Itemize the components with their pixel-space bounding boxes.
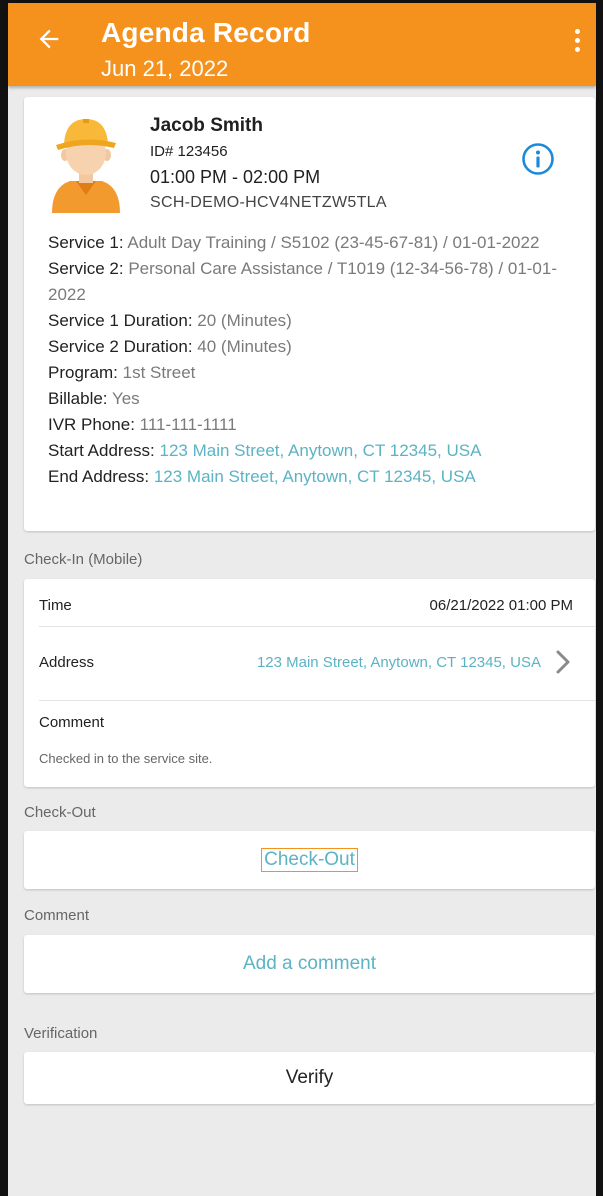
- add-comment-label: Add a comment: [242, 953, 377, 974]
- comment-section-label: Comment: [24, 907, 90, 924]
- checkin-comment-label: Comment: [39, 714, 105, 731]
- detail-label: IVR Phone:: [48, 415, 140, 434]
- menu-dot: [574, 38, 580, 43]
- checkout-button[interactable]: Check-Out: [24, 831, 595, 889]
- detail-value: 1st Street: [122, 363, 196, 382]
- checkin-time-label: Time: [39, 597, 72, 614]
- detail-value: 40 (Minutes): [197, 337, 292, 356]
- checkin-address-label: Address: [39, 654, 95, 671]
- device-frame-left: [0, 0, 8, 1196]
- detail-label: End Address:: [48, 467, 154, 486]
- detail-label: Service 1:: [48, 233, 128, 252]
- page-subtitle-date: Jun 21, 2022: [101, 56, 229, 81]
- client-id: ID# 123456: [150, 143, 228, 160]
- info-circle-icon[interactable]: [521, 142, 555, 176]
- detail-service-2: Service 2: Personal Care Assistance / T1…: [48, 256, 568, 308]
- detail-start-address: Start Address: 123 Main Street, Anytown,…: [48, 438, 568, 464]
- detail-value: Yes: [111, 389, 140, 408]
- verify-button-label: Verify: [285, 1067, 334, 1088]
- checkin-card: Time 06/21/2022 01:00 PM Address 123 Mai…: [24, 579, 595, 787]
- detail-value: 111-111-1111: [139, 415, 237, 434]
- checkin-address-row[interactable]: Address 123 Main Street, Anytown, CT 123…: [24, 636, 595, 696]
- divider: [39, 626, 595, 627]
- page-title: Agenda Record: [101, 17, 311, 48]
- menu-dot: [574, 29, 580, 34]
- chevron-right-icon[interactable]: [555, 648, 571, 676]
- detail-service-2-duration: Service 2 Duration: 40 (Minutes): [48, 334, 568, 360]
- back-arrow-glyph: [39, 29, 59, 49]
- more-vertical-icon[interactable]: [570, 29, 584, 59]
- detail-label: Billable:: [48, 389, 112, 408]
- verify-button[interactable]: Verify: [24, 1052, 595, 1104]
- detail-label: Service 1 Duration:: [48, 311, 198, 330]
- appointment-time: 01:00 PM - 02:00 PM: [150, 167, 321, 187]
- add-comment-button[interactable]: Add a comment: [24, 935, 595, 993]
- service-details: Service 1: Adult Day Training / S5102 (2…: [48, 230, 568, 490]
- detail-label: Service 2 Duration:: [48, 337, 198, 356]
- detail-program: Program: 1st Street: [48, 360, 568, 386]
- client-name: Jacob Smith: [150, 115, 263, 136]
- divider: [39, 700, 595, 701]
- device-frame-right: [596, 0, 603, 1196]
- detail-ivr-phone: IVR Phone: 111-111-1111: [48, 412, 568, 438]
- checkin-comment-text: Checked in to the service site.: [39, 751, 213, 766]
- detail-billable: Billable: Yes: [48, 386, 568, 412]
- client-card: Jacob Smith ID# 123456 01:00 PM - 02:00 …: [24, 97, 595, 531]
- schedule-code: SCH-DEMO-HCV4NETZW5TLA: [150, 194, 387, 211]
- checkin-section-label: Check-In (Mobile): [24, 551, 143, 568]
- detail-service-1: Service 1: Adult Day Training / S5102 (2…: [48, 230, 568, 256]
- start-address-link[interactable]: 123 Main Street, Anytown, CT 12345, USA: [160, 441, 482, 460]
- checkin-time-value: 06/21/2022 01:00 PM: [429, 597, 573, 614]
- menu-dot: [574, 47, 580, 52]
- checkin-address-value[interactable]: 123 Main Street, Anytown, CT 12345, USA: [257, 654, 541, 671]
- checkin-time-row: Time 06/21/2022 01:00 PM: [24, 579, 595, 629]
- verification-section-label: Verification: [24, 1025, 98, 1042]
- detail-service-1-duration: Service 1 Duration: 20 (Minutes): [48, 308, 568, 334]
- detail-label: Start Address:: [48, 441, 160, 460]
- detail-value: 20 (Minutes): [197, 311, 292, 330]
- detail-end-address: End Address: 123 Main Street, Anytown, C…: [48, 464, 568, 490]
- back-arrow-icon[interactable]: [35, 25, 63, 53]
- worker-avatar-icon: [48, 113, 124, 213]
- checkout-button-label: Check-Out: [261, 848, 358, 872]
- end-address-link[interactable]: 123 Main Street, Anytown, CT 12345, USA: [154, 467, 476, 486]
- app-bar: Agenda Record Jun 21, 2022: [8, 3, 596, 86]
- detail-label: Service 2:: [48, 259, 129, 278]
- detail-value: Adult Day Training / S5102 (23-45-67-81)…: [127, 233, 540, 252]
- checkout-section-label: Check-Out: [24, 804, 96, 821]
- detail-label: Program:: [48, 363, 123, 382]
